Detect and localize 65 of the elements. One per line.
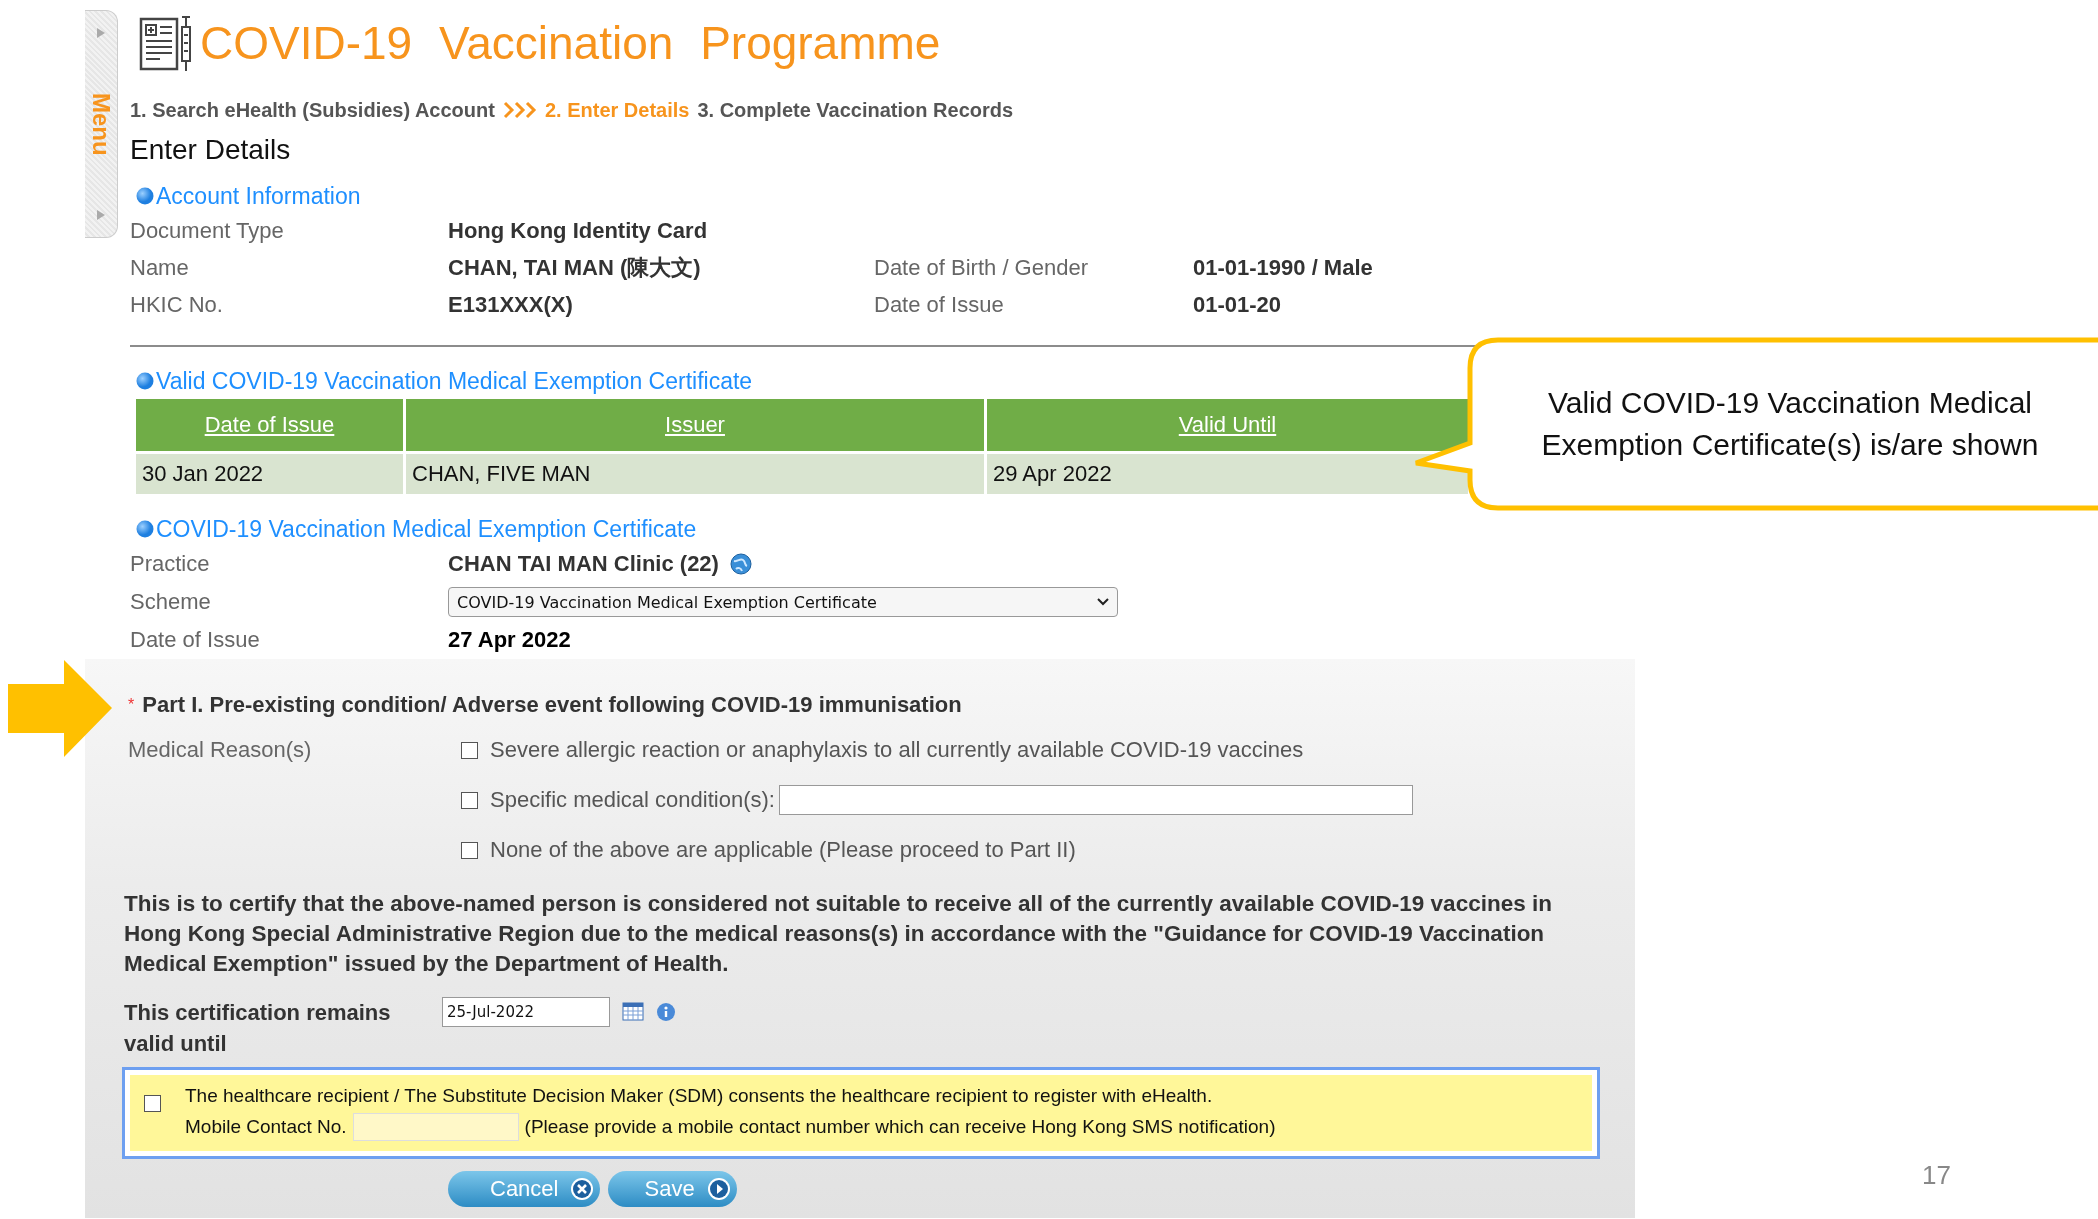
field-label: Date of Issue	[874, 291, 1005, 319]
part-heading: Part I. Pre-existing condition/ Adverse event following COVID-19 immunisation	[142, 692, 962, 718]
table-cell: CHAN, FIVE MAN	[406, 454, 984, 494]
callout-text: Valid COVID-19 Vaccination Medical Exemption Certificate(s) is/are shown	[1540, 385, 2040, 463]
consent-text: The healthcare recipient / The Substitute Decision Maker (SDM) consents the healthcare recipient to register with eHealth.	[185, 1085, 1214, 1107]
scheme-dropdown[interactable]: COVID-19 Vaccination Medical Exemption Certificate	[448, 587, 1118, 617]
sort-link[interactable]: Date of Issue	[204, 412, 335, 437]
certification-statement: This is to certify that the above-named person is considered not suitable to receive all of the currently available COVID-19 vaccines in Hong Kong Special Administrative Region due to the medical reasons(s) in accordance with the "Guidance for COVID-19 Vaccination Medical Exemption" issued by the Department of Health.	[124, 890, 1553, 978]
checkbox[interactable]	[461, 841, 478, 859]
field-label: Practice	[130, 551, 211, 577]
menu-tab[interactable]: Menu	[85, 10, 118, 238]
close-icon	[570, 1177, 595, 1201]
option-label: Severe allergic reaction or anaphylaxis to all currently available COVID-19 vaccines	[490, 737, 1304, 763]
checkbox[interactable]	[461, 741, 478, 759]
play-icon	[706, 1177, 731, 1201]
sort-link[interactable]: Valid Until	[1178, 412, 1277, 437]
sort-link[interactable]: Issuer	[665, 412, 725, 437]
table-cell: 29 Apr 2022	[987, 454, 1468, 494]
info-icon[interactable]	[656, 1002, 676, 1022]
field-value: 27 Apr 2022	[448, 627, 571, 653]
section-title: Enter Details	[130, 133, 292, 167]
bullet-icon	[136, 372, 154, 390]
step-label: 3. Complete Vaccination Records	[697, 98, 1014, 122]
field-label: Document Type	[130, 217, 285, 245]
slide-number: 17	[1922, 1160, 1951, 1190]
checkbox[interactable]	[144, 1095, 161, 1112]
globe-icon	[728, 552, 753, 576]
cancel-button[interactable]: Cancel	[448, 1171, 601, 1207]
step-label: 1. Search eHealth (Subsidies) Account	[130, 98, 495, 122]
field-value: CHAN, TAI MAN (陳大文)	[448, 254, 702, 282]
field-value: 01-01-1990 / Male	[1193, 254, 1374, 282]
field-label: Name	[130, 254, 190, 282]
field-value: CHAN TAI MAN Clinic (22)	[448, 551, 719, 577]
bullet-icon	[136, 187, 154, 205]
input-field[interactable]	[778, 785, 1413, 815]
field-label: Date of Birth / Gender	[874, 254, 1089, 282]
mobile-field[interactable]	[352, 1113, 519, 1141]
field-label: This certification remains valid until	[124, 999, 392, 1058]
field-label: Scheme	[130, 589, 212, 615]
section-heading: Account Information	[156, 182, 361, 210]
section-heading: COVID-19 Vaccination Medical Exemption Certificate	[156, 515, 697, 543]
save-button[interactable]: Save	[608, 1171, 737, 1207]
step-label: 2. Enter Details	[544, 98, 690, 122]
field-label: Date of Issue	[130, 627, 261, 653]
field-value: 01-01-20	[1193, 291, 1283, 319]
page-title: COVID-19 Vaccination Programme	[200, 16, 941, 70]
date-field[interactable]: 25-Jul-2022	[442, 997, 610, 1027]
bullet-icon	[136, 520, 154, 538]
triangle-icon	[95, 27, 107, 39]
caret-icon	[1097, 598, 1109, 606]
field-label: HKIC No.	[130, 291, 224, 319]
field-label: Medical Reason(s)	[128, 736, 313, 764]
calendar-icon[interactable]	[622, 1001, 644, 1021]
field-value: E131XXX(X)	[448, 291, 574, 319]
field-value: Hong Kong Identity Card	[448, 217, 709, 245]
field-hint: (Please provide a mobile contact number which can receive Hong Kong SMS notification)	[524, 1116, 1276, 1138]
section-heading: Valid COVID-19 Vaccination Medical Exemption Certificate	[156, 367, 753, 395]
required-mark: *	[128, 696, 135, 714]
chevrons-icon	[502, 100, 537, 120]
checkbox[interactable]	[461, 791, 478, 809]
option-label: Specific medical condition(s):	[490, 787, 775, 813]
table-cell: 30 Jan 2022	[136, 454, 403, 494]
option-label: None of the above are applicable (Please proceed to Part II)	[490, 837, 1076, 863]
field-label: Mobile Contact No.	[185, 1116, 347, 1138]
triangle-icon	[95, 209, 107, 221]
